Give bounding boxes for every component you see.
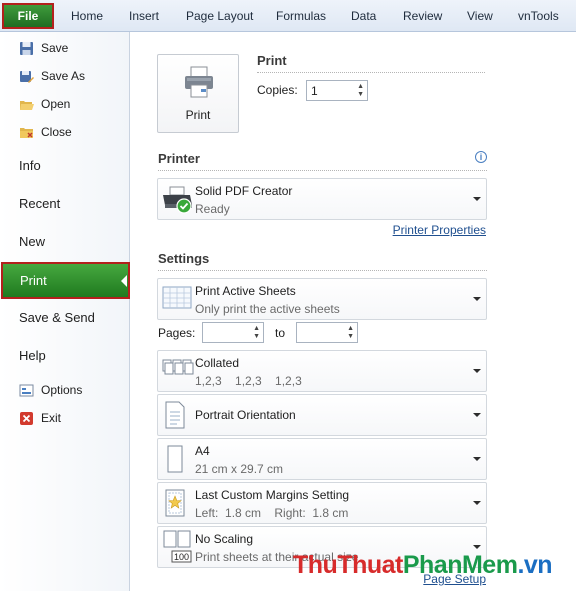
- print-what-subtitle: Only print the active sheets: [195, 302, 340, 316]
- collation-dropdown[interactable]: Collated 1,2,3 1,2,3 1,2,3: [157, 350, 487, 392]
- chevron-down-icon: [473, 457, 481, 461]
- tab-view[interactable]: View: [467, 9, 493, 23]
- divider: [257, 72, 485, 73]
- exit-item[interactable]: Exit: [18, 408, 61, 428]
- tab-formulas[interactable]: Formulas: [276, 9, 326, 23]
- stepper-arrows-icon[interactable]: ▲ ▼: [253, 325, 260, 341]
- printer-icon: [182, 65, 216, 102]
- watermark-part-3: .vn: [517, 551, 553, 579]
- options-label: Options: [41, 383, 83, 397]
- info-icon[interactable]: i: [475, 151, 487, 163]
- close-item[interactable]: Close: [18, 122, 72, 142]
- watermark-part-1: ThuThuat: [293, 551, 403, 579]
- printer-heading: Printer: [158, 151, 200, 166]
- save-item[interactable]: Save: [18, 38, 68, 58]
- print-item-selected[interactable]: Print: [1, 262, 130, 299]
- tab-insert[interactable]: Insert: [129, 9, 159, 23]
- no-scaling-icon: 100: [162, 530, 192, 567]
- floppy-disk-icon: [18, 40, 34, 56]
- pages-to-stepper[interactable]: ▲ ▼: [296, 322, 358, 343]
- help-item[interactable]: Help: [19, 348, 46, 363]
- selection-arrow-icon: [121, 275, 127, 287]
- paper-size-subtitle: 21 cm x 29.7 cm: [195, 462, 284, 476]
- save-send-item[interactable]: Save & Send: [19, 310, 95, 325]
- chevron-down-icon: [473, 197, 481, 201]
- chevron-down-icon: [473, 545, 481, 549]
- print-what-dropdown[interactable]: Print Active Sheets Only print the activ…: [157, 278, 487, 320]
- copies-label: Copies:: [257, 83, 298, 97]
- svg-text:100: 100: [174, 552, 189, 562]
- tab-data[interactable]: Data: [351, 9, 376, 23]
- save-label: Save: [41, 41, 69, 55]
- close-folder-icon: [18, 124, 34, 140]
- save-as-item[interactable]: Save As: [18, 66, 85, 86]
- watermark-logo: ThuThuatPhanMem.vn: [293, 551, 553, 580]
- options-item[interactable]: Options: [18, 380, 82, 400]
- tab-home[interactable]: Home: [71, 9, 103, 23]
- collation-title: Collated: [195, 356, 240, 370]
- watermark-part-2: PhanMem: [402, 551, 518, 579]
- close-label: Close: [41, 125, 72, 139]
- options-icon: [18, 382, 34, 398]
- chevron-down-icon: [473, 369, 481, 373]
- chevron-down-icon: [473, 297, 481, 301]
- stepper-arrows-icon[interactable]: ▲ ▼: [347, 325, 354, 341]
- divider: [158, 170, 487, 171]
- tab-page-layout[interactable]: Page Layout: [186, 9, 253, 23]
- info-item[interactable]: Info: [19, 158, 41, 173]
- tab-review[interactable]: Review: [403, 9, 442, 23]
- exit-icon: [18, 410, 34, 426]
- tab-vntools[interactable]: vnTools: [518, 9, 559, 23]
- file-tab[interactable]: File: [2, 3, 54, 29]
- collation-subtitle: 1,2,3 1,2,3 1,2,3: [195, 374, 302, 388]
- save-as-label: Save As: [41, 69, 86, 83]
- copies-stepper[interactable]: 1 ▲ ▼: [306, 80, 368, 101]
- printer-properties-link[interactable]: Printer Properties: [393, 223, 486, 237]
- open-item[interactable]: Open: [18, 94, 70, 114]
- collated-pages-icon: [162, 359, 194, 384]
- chevron-down-icon: [473, 501, 481, 505]
- printer-name: Solid PDF Creator: [195, 184, 293, 198]
- pages-to-label: to: [275, 326, 286, 340]
- exit-label: Exit: [41, 411, 62, 425]
- ribbon-tab-bar: File Home Insert Page Layout Formulas Da…: [0, 0, 576, 32]
- stepper-arrows-icon[interactable]: ▲ ▼: [357, 83, 364, 99]
- pages-label: Pages:: [158, 326, 196, 340]
- custom-margins-icon: [162, 488, 188, 521]
- open-folder-icon: [18, 96, 34, 112]
- paper-size-dropdown[interactable]: A4 21 cm x 29.7 cm: [157, 438, 487, 480]
- open-label: Open: [41, 97, 71, 111]
- orientation-dropdown[interactable]: Portrait Orientation: [157, 394, 487, 436]
- scaling-title: No Scaling: [195, 532, 254, 546]
- portrait-page-icon: [162, 400, 188, 433]
- printer-ready-icon: [162, 185, 194, 218]
- chevron-down-icon: [473, 413, 481, 417]
- backstage-sidebar: Save Save As Open Close Info Recent New …: [0, 32, 130, 591]
- printer-dropdown[interactable]: Solid PDF Creator Ready: [157, 178, 487, 220]
- print-what-title: Print Active Sheets: [195, 284, 296, 298]
- paper-icon: [162, 444, 188, 477]
- divider: [158, 270, 487, 271]
- printer-status: Ready: [195, 202, 230, 216]
- save-as-icon: [18, 68, 34, 84]
- margins-subtitle: Left: 1.8 cm Right: 1.8 cm: [195, 506, 349, 520]
- paper-size-title: A4: [195, 444, 210, 458]
- pages-from-stepper[interactable]: ▲ ▼: [202, 322, 264, 343]
- orientation-title: Portrait Orientation: [195, 408, 296, 422]
- recent-item[interactable]: Recent: [19, 196, 60, 211]
- copies-value: 1: [311, 84, 318, 98]
- sheets-icon: [162, 285, 192, 314]
- new-item[interactable]: New: [19, 234, 45, 249]
- print-button-label: Print: [185, 108, 211, 122]
- margins-dropdown[interactable]: Last Custom Margins Setting Left: 1.8 cm…: [157, 482, 487, 524]
- settings-heading: Settings: [158, 251, 210, 266]
- print-item-label: Print: [20, 273, 47, 288]
- print-pane: Print Print Copies: 1 ▲ ▼ Printer i Solid…: [131, 32, 576, 591]
- print-heading: Print: [257, 53, 287, 68]
- print-button[interactable]: Print: [157, 54, 239, 133]
- margins-title: Last Custom Margins Setting: [195, 488, 350, 502]
